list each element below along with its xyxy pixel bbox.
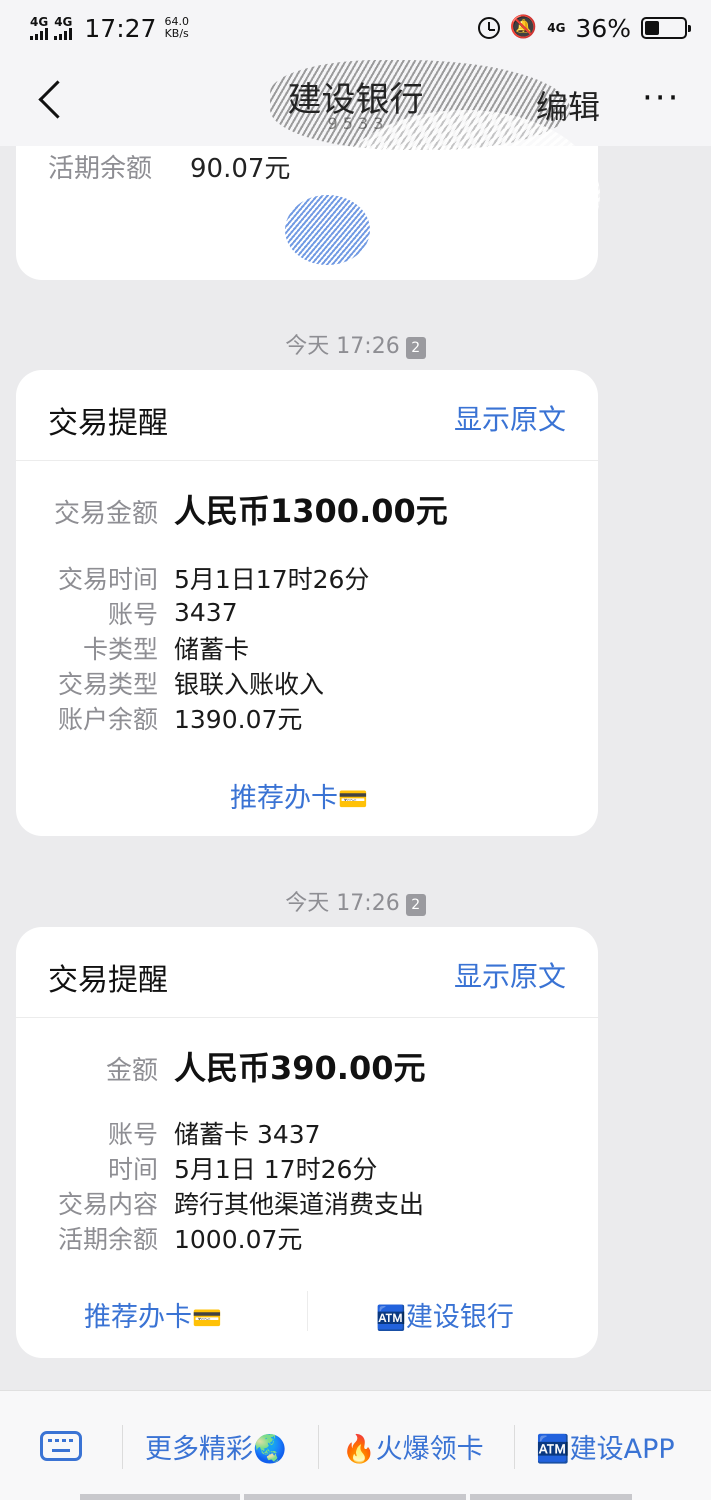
detail-value: 储蓄卡 3437 bbox=[174, 1119, 321, 1149]
show-original-link[interactable]: 显示原文 bbox=[454, 955, 566, 995]
more-options-button[interactable]: ··· bbox=[642, 78, 680, 118]
nav-gesture-strip bbox=[80, 1494, 240, 1500]
menu-more-highlights[interactable]: 更多精彩🌏 bbox=[145, 1427, 287, 1466]
detail-label: 活期余额 bbox=[57, 1224, 158, 1254]
detail-row: 活期余额 90.07元 bbox=[48, 148, 290, 185]
alarm-clock-icon bbox=[477, 17, 500, 39]
message-card-transaction-expense: 交易提醒 显示原文 金额 人民币390.00元 账号 储蓄卡 3437 时间 5… bbox=[16, 927, 598, 1358]
detail-row: 账号 储蓄卡 3437 bbox=[16, 1115, 424, 1150]
timestamp-text: 今天 17:26 bbox=[285, 891, 400, 916]
globe-icon: 🌏 bbox=[253, 1434, 287, 1465]
signal-2-label: 4G bbox=[54, 15, 73, 29]
detail-value: 储蓄卡 bbox=[174, 634, 250, 664]
credit-card-icon: 💳 bbox=[192, 1304, 222, 1332]
status-bar: 4G 4G 17:27 64.0 KB/s 🔕 4G 36% bbox=[0, 0, 711, 56]
detail-label: 交易时间 bbox=[57, 564, 158, 594]
detail-label: 交易内容 bbox=[57, 1189, 158, 1219]
amount-label: 金额 bbox=[105, 1056, 158, 1086]
detail-label: 账户余额 bbox=[57, 704, 158, 734]
action-label: 推荐办卡 bbox=[230, 783, 338, 814]
menu-divider bbox=[318, 1425, 319, 1469]
nav-gesture-strip bbox=[244, 1494, 466, 1500]
detail-value: 5月1日 17时26分 bbox=[174, 1154, 378, 1184]
message-timestamp: 今天 17:26 2 bbox=[0, 885, 711, 917]
mobile-data-4g-icon: 4G bbox=[547, 21, 566, 35]
signal-1-label: 4G bbox=[30, 15, 49, 29]
sim-2-badge: 2 bbox=[405, 894, 426, 916]
message-timestamp: 今天 17:26 2 bbox=[0, 328, 711, 360]
detail-value: 3437 bbox=[174, 598, 238, 627]
card-divider bbox=[16, 460, 598, 461]
card-divider bbox=[16, 1017, 598, 1018]
action-divider bbox=[307, 1291, 308, 1331]
fire-icon: 🔥 bbox=[342, 1434, 376, 1465]
battery-icon bbox=[641, 17, 691, 39]
signal-strength-2-icon: 4G bbox=[54, 16, 72, 40]
message-card-transaction-income: 交易提醒 显示原文 交易金额 人民币1300.00元 交易时间 5月1日17时2… bbox=[16, 370, 598, 836]
bell-muted-icon: 🔕 bbox=[509, 15, 538, 40]
amount-row: 金额 人民币390.00元 bbox=[16, 1043, 426, 1089]
detail-label: 账号 bbox=[107, 599, 158, 629]
action-label: 推荐办卡 bbox=[84, 1302, 192, 1333]
signal-strength-icon: 4G bbox=[30, 16, 48, 40]
detail-row: 时间 5月1日 17时26分 bbox=[16, 1150, 424, 1185]
redaction-scribble-white bbox=[330, 110, 600, 280]
redaction-scribble-blue bbox=[285, 195, 370, 265]
detail-row: 交易时间 5月1日17时26分 bbox=[16, 560, 369, 595]
amount-label: 交易金额 bbox=[53, 499, 158, 529]
ccb-bank-button[interactable]: 🏧建设银行 bbox=[376, 1295, 514, 1334]
detail-value: 1390.07元 bbox=[174, 704, 303, 734]
timestamp-text: 今天 17:26 bbox=[285, 334, 400, 359]
menu-divider bbox=[514, 1425, 515, 1469]
show-original-link[interactable]: 显示原文 bbox=[454, 398, 566, 438]
atm-icon: 🏧 bbox=[536, 1434, 570, 1465]
amount-value: 人民币390.00元 bbox=[174, 1049, 426, 1087]
credit-card-icon: 💳 bbox=[338, 785, 368, 813]
detail-row: 账号 3437 bbox=[16, 595, 369, 630]
detail-label: 卡类型 bbox=[82, 634, 158, 664]
menu-hot-card[interactable]: 🔥火爆领卡 bbox=[342, 1427, 484, 1466]
battery-fill bbox=[645, 21, 659, 35]
detail-value: 跨行其他渠道消费支出 bbox=[174, 1189, 425, 1219]
detail-label: 交易类型 bbox=[57, 669, 158, 699]
detail-label: 账号 bbox=[107, 1119, 158, 1149]
detail-row: 交易类型 银联入账收入 bbox=[16, 665, 369, 700]
recommend-card-button[interactable]: 推荐办卡💳 bbox=[230, 776, 368, 815]
network-speed: 64.0 KB/s bbox=[164, 16, 189, 40]
card-title: 交易提醒 bbox=[48, 406, 168, 441]
menu-label: 建设APP bbox=[569, 1434, 675, 1465]
detail-row: 卡类型 储蓄卡 bbox=[16, 630, 369, 665]
status-time: 17:27 bbox=[84, 13, 157, 43]
detail-row: 交易内容 跨行其他渠道消费支出 bbox=[16, 1185, 424, 1220]
atm-icon: 🏧 bbox=[376, 1304, 406, 1332]
detail-list: 交易时间 5月1日17时26分 账号 3437 卡类型 储蓄卡 交易类型 银联入… bbox=[16, 560, 369, 735]
detail-value: 1000.07元 bbox=[174, 1224, 303, 1254]
nav-gesture-strip bbox=[470, 1494, 632, 1500]
amount-value: 人民币1300.00元 bbox=[174, 492, 448, 530]
detail-value: 90.07元 bbox=[190, 154, 291, 184]
menu-divider bbox=[122, 1425, 123, 1469]
detail-value: 5月1日17时26分 bbox=[174, 564, 370, 594]
menu-ccb-app[interactable]: 🏧建设APP bbox=[536, 1427, 675, 1466]
menu-label: 火爆领卡 bbox=[375, 1434, 484, 1465]
sim-2-badge: 2 bbox=[405, 337, 426, 359]
network-speed-unit: KB/s bbox=[164, 27, 189, 40]
detail-value: 银联入账收入 bbox=[174, 669, 325, 699]
amount-row: 交易金额 人民币1300.00元 bbox=[16, 486, 448, 532]
menu-label: 更多精彩 bbox=[145, 1434, 253, 1465]
bottom-menu-bar: 更多精彩🌏 🔥火爆领卡 🏧建设APP bbox=[0, 1390, 711, 1500]
battery-percent: 36% bbox=[575, 13, 631, 43]
detail-row: 活期余额 1000.07元 bbox=[16, 1220, 424, 1255]
detail-row: 账户余额 1390.07元 bbox=[16, 700, 369, 735]
detail-label: 时间 bbox=[107, 1154, 158, 1184]
card-title: 交易提醒 bbox=[48, 963, 168, 998]
recommend-card-button[interactable]: 推荐办卡💳 bbox=[84, 1295, 222, 1334]
detail-label: 活期余额 bbox=[48, 154, 153, 184]
keyboard-icon[interactable] bbox=[40, 1431, 82, 1461]
detail-list: 账号 储蓄卡 3437 时间 5月1日 17时26分 交易内容 跨行其他渠道消费… bbox=[16, 1115, 424, 1255]
action-label: 建设银行 bbox=[405, 1302, 514, 1333]
